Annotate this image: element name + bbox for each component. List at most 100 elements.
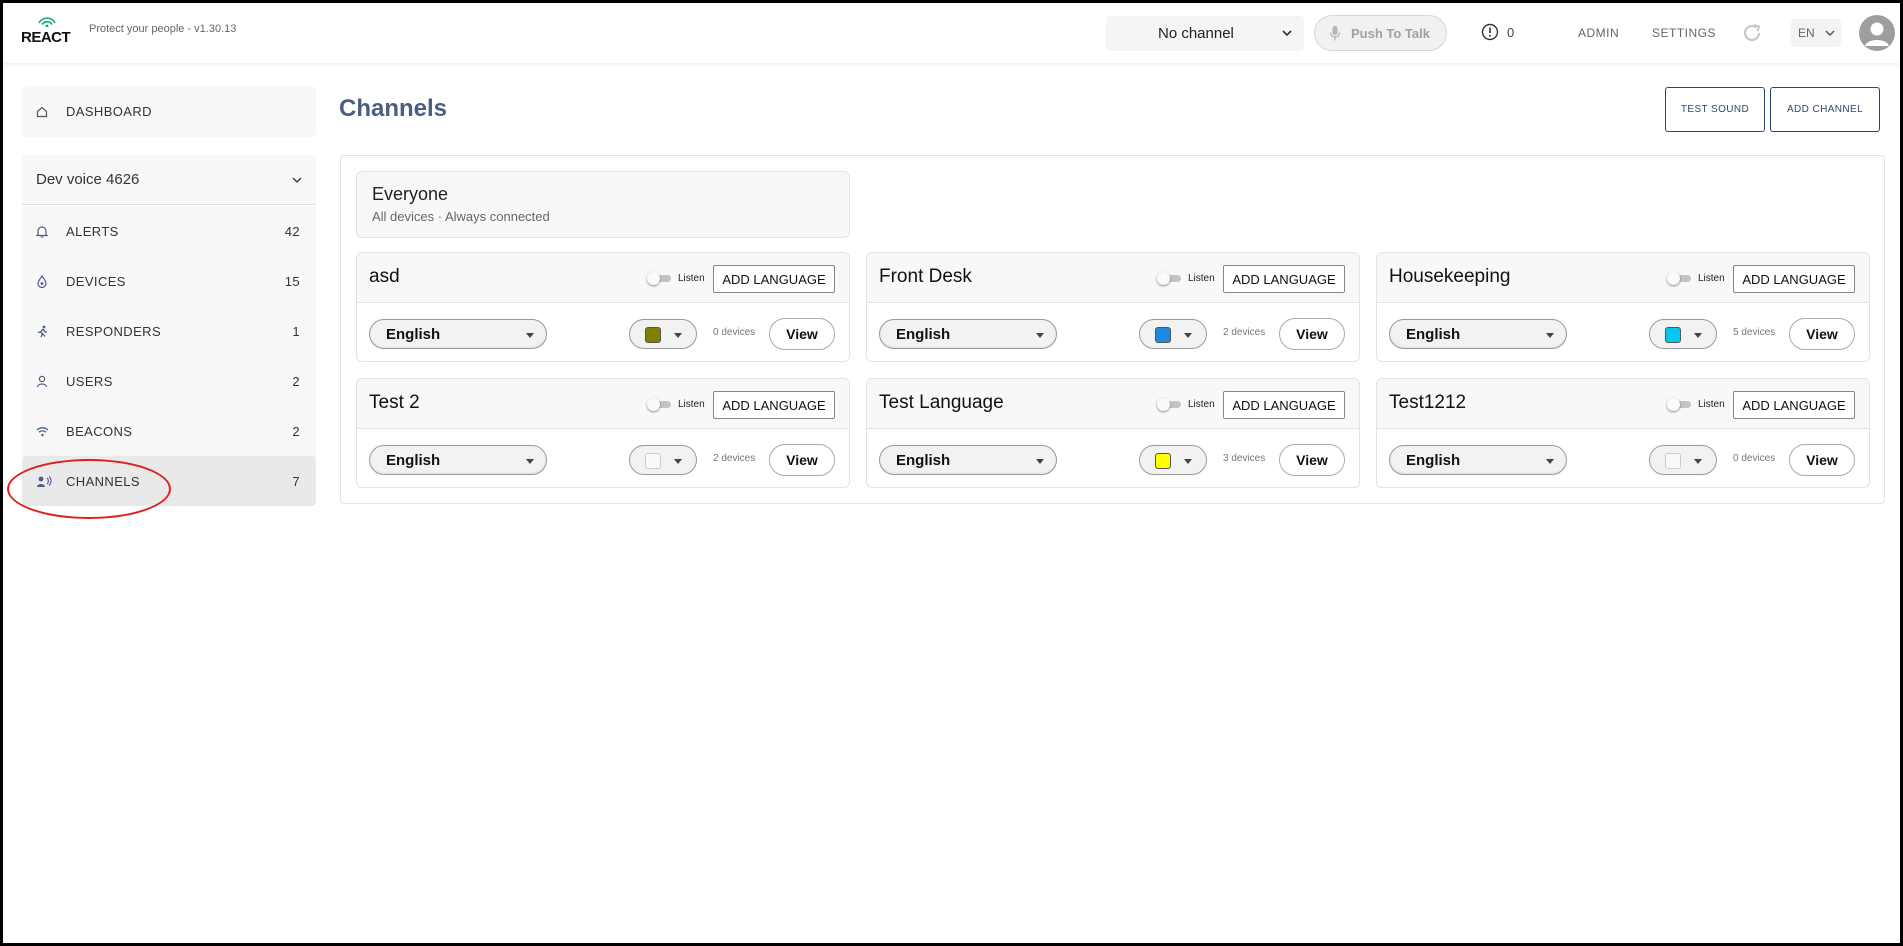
color-picker[interactable] <box>1139 319 1207 349</box>
color-picker[interactable] <box>1139 445 1207 475</box>
color-swatch <box>645 453 661 469</box>
nav-settings-link[interactable]: SETTINGS <box>1652 26 1716 40</box>
sidebar-item-label: RESPONDERS <box>66 323 162 339</box>
channel-name: Test 2 <box>369 392 420 413</box>
language-dropdown[interactable]: English <box>369 445 547 475</box>
channel-card-header: Housekeeping Listen ADD LANGUAGE <box>1377 253 1869 303</box>
color-picker[interactable] <box>1649 445 1717 475</box>
organization-name: Dev voice 4626 <box>36 171 140 188</box>
channel-card-header: Test1212 Listen ADD LANGUAGE <box>1377 379 1869 429</box>
listen-label: Listen <box>1188 399 1215 410</box>
view-button[interactable]: View <box>1789 444 1855 476</box>
logo[interactable]: REACT <box>21 15 71 47</box>
sidebar-item-count: 7 <box>292 473 300 489</box>
view-button[interactable]: View <box>1279 444 1345 476</box>
top-bar: REACT Protect your people - v1.30.13 No … <box>3 3 1900 63</box>
language-dropdown-value: English <box>1406 325 1461 343</box>
sidebar-item-count: 2 <box>292 423 300 439</box>
highlight-circle-annotation <box>7 459 171 519</box>
view-button[interactable]: View <box>1279 318 1345 350</box>
runner-icon <box>36 325 56 338</box>
caret-down-icon <box>1184 333 1192 338</box>
channel-card-header: asd Listen ADD LANGUAGE <box>357 253 849 303</box>
channel-name: asd <box>369 266 400 287</box>
sidebar-item-label: BEACONS <box>66 423 133 439</box>
language-dropdown-value: English <box>1406 451 1461 469</box>
channel-select[interactable]: No channel <box>1106 16 1304 51</box>
channels-panel: Everyone All devices · Always connected … <box>340 155 1885 504</box>
chevron-down-icon <box>1282 30 1292 37</box>
listen-toggle[interactable] <box>1157 272 1183 285</box>
channel-card-header: Test 2 Listen ADD LANGUAGE <box>357 379 849 429</box>
push-to-talk-label: Push To Talk <box>1351 25 1430 41</box>
listen-toggle[interactable] <box>1157 398 1183 411</box>
listen-toggle[interactable] <box>1667 398 1693 411</box>
language-dropdown[interactable]: English <box>879 445 1057 475</box>
sidebar-item-beacons[interactable]: BEACONS 2 <box>22 406 316 456</box>
chevron-down-icon <box>1825 30 1835 37</box>
listen-toggle[interactable] <box>647 272 673 285</box>
channel-card: Test1212 Listen ADD LANGUAGE English 0 d… <box>1376 378 1870 488</box>
sidebar-item-label: USERS <box>66 373 113 389</box>
sidebar-item-count: 15 <box>284 273 300 289</box>
color-picker[interactable] <box>629 445 697 475</box>
caret-down-icon <box>1694 459 1702 464</box>
listen-toggle[interactable] <box>647 398 673 411</box>
add-language-button[interactable]: ADD LANGUAGE <box>713 391 835 419</box>
add-channel-button[interactable]: ADD CHANNEL <box>1770 87 1880 132</box>
view-button[interactable]: View <box>1789 318 1855 350</box>
color-picker[interactable] <box>629 319 697 349</box>
listen-label: Listen <box>1698 273 1725 284</box>
sidebar-item-count: 1 <box>292 323 300 339</box>
color-picker[interactable] <box>1649 319 1717 349</box>
caret-down-icon <box>1694 333 1702 338</box>
language-dropdown[interactable]: English <box>1389 319 1567 349</box>
channel-name: Test Language <box>879 392 1004 413</box>
caret-down-icon <box>674 459 682 464</box>
device-count: 2 devices <box>713 453 756 464</box>
sidebar-item-devices[interactable]: DEVICES 15 <box>22 256 316 306</box>
alert-circle-icon <box>1481 23 1499 41</box>
view-button[interactable]: View <box>769 444 835 476</box>
sidebar-item-users[interactable]: USERS 2 <box>22 356 316 406</box>
everyone-channel-card[interactable]: Everyone All devices · Always connected <box>356 171 850 238</box>
user-icon <box>36 375 56 388</box>
add-language-button[interactable]: ADD LANGUAGE <box>1733 265 1855 293</box>
channel-card: Housekeeping Listen ADD LANGUAGE English… <box>1376 252 1870 362</box>
push-to-talk-button[interactable]: Push To Talk <box>1314 15 1447 51</box>
sidebar-item-dashboard[interactable]: DASHBOARD <box>22 86 316 137</box>
wifi-icon <box>36 426 56 437</box>
language-dropdown-value: English <box>386 451 441 469</box>
everyone-title: Everyone <box>372 184 449 204</box>
bell-icon <box>36 225 56 238</box>
language-dropdown[interactable]: English <box>1389 445 1567 475</box>
language-dropdown[interactable]: English <box>369 319 547 349</box>
channel-card: asd Listen ADD LANGUAGE English 0 device… <box>356 252 850 362</box>
app-tagline: Protect your people - v1.30.13 <box>89 23 237 35</box>
nav-admin-link[interactable]: ADMIN <box>1578 26 1619 40</box>
device-count: 0 devices <box>1733 453 1776 464</box>
organization-select[interactable]: Dev voice 4626 <box>22 155 316 205</box>
channel-card-header: Test Language Listen ADD LANGUAGE <box>867 379 1359 429</box>
add-language-button[interactable]: ADD LANGUAGE <box>1223 391 1345 419</box>
device-icon <box>36 274 56 288</box>
alert-indicator[interactable]: 0 <box>1481 23 1514 41</box>
test-sound-button[interactable]: TEST SOUND <box>1665 87 1765 132</box>
listen-toggle[interactable] <box>1667 272 1693 285</box>
language-dropdown[interactable]: English <box>879 319 1057 349</box>
refresh-icon[interactable] <box>1740 21 1764 45</box>
channel-card: Front Desk Listen ADD LANGUAGE English 2… <box>866 252 1360 362</box>
sidebar-item-responders[interactable]: RESPONDERS 1 <box>22 306 316 356</box>
add-language-button[interactable]: ADD LANGUAGE <box>1733 391 1855 419</box>
user-avatar[interactable] <box>1859 15 1895 51</box>
caret-down-icon <box>1036 459 1044 464</box>
user-avatar-icon <box>1865 22 1889 46</box>
add-language-button[interactable]: ADD LANGUAGE <box>713 265 835 293</box>
color-swatch <box>1665 327 1681 343</box>
channel-card-header: Front Desk Listen ADD LANGUAGE <box>867 253 1359 303</box>
add-language-button[interactable]: ADD LANGUAGE <box>1223 265 1345 293</box>
channel-select-value: No channel <box>1158 25 1234 42</box>
sidebar-item-alerts[interactable]: ALERTS 42 <box>22 206 316 256</box>
language-select[interactable]: EN <box>1791 19 1841 47</box>
view-button[interactable]: View <box>769 318 835 350</box>
